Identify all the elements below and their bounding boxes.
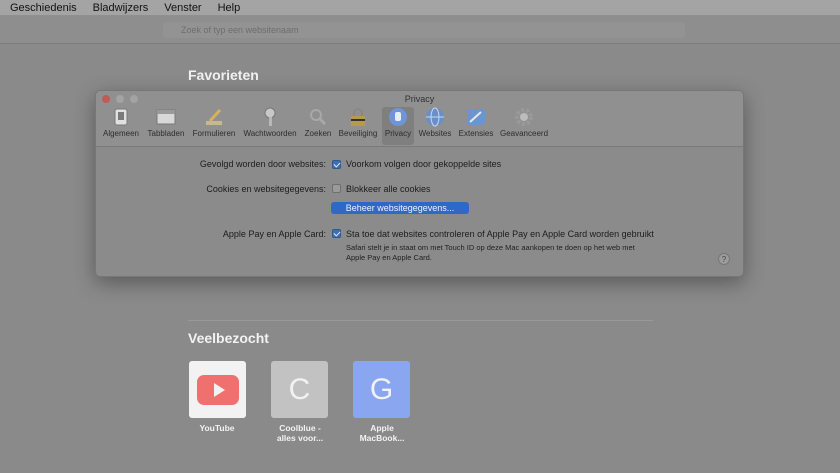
- tile-letter: G: [369, 372, 394, 406]
- address-search-input[interactable]: Zoek of typ een websitenaam: [163, 22, 685, 38]
- tab-label: Zoeken: [304, 129, 332, 138]
- tile-label-line1: Coolblue -: [279, 423, 321, 433]
- tile-label-youtube: YouTube: [177, 423, 257, 433]
- tab-label: Wachtwoorden: [243, 129, 297, 138]
- menu-venster[interactable]: Venster: [164, 2, 201, 14]
- menu-bar: Geschiedenis Bladwijzers Venster Help: [0, 0, 840, 16]
- applepay-checkbox[interactable]: [332, 229, 341, 238]
- tile-label-coolblue: Coolblue - alles voor...: [260, 423, 340, 443]
- frequently-visited-title: Veelbezocht: [188, 330, 269, 346]
- magnifier-icon: [308, 107, 328, 127]
- switch-icon: [111, 107, 131, 127]
- tab-zoeken[interactable]: Zoeken: [302, 107, 334, 145]
- tab-geavanceerd[interactable]: Geavanceerd: [498, 107, 550, 145]
- gear-icon: [514, 107, 534, 127]
- tab-label: Tabbladen: [147, 129, 185, 138]
- prevent-tracking-checkbox[interactable]: [332, 160, 341, 169]
- menu-bladwijzers[interactable]: Bladwijzers: [93, 2, 149, 14]
- hand-icon: [388, 107, 408, 127]
- tab-beveiliging[interactable]: Beveiliging: [336, 107, 380, 145]
- menu-help[interactable]: Help: [218, 2, 241, 14]
- pencil-icon: [204, 107, 224, 127]
- tab-label: Beveiliging: [338, 129, 378, 138]
- menu-geschiedenis[interactable]: Geschiedenis: [10, 2, 77, 14]
- youtube-logo-icon: [196, 374, 239, 405]
- preferences-title: Privacy: [404, 94, 435, 104]
- tab-tabbladen[interactable]: Tabbladen: [144, 107, 188, 145]
- cookies-label: Cookies en websitegegevens:: [206, 184, 326, 194]
- applepay-note-line1: Safari stelt je in staat om met Touch ID…: [346, 243, 635, 252]
- tab-label: Algemeen: [102, 129, 140, 138]
- tracking-label: Gevolgd worden door websites:: [199, 159, 326, 169]
- prevent-tracking-text: Voorkom volgen door gekoppelde sites: [346, 159, 502, 169]
- key-icon: [260, 107, 280, 127]
- applepay-label: Apple Pay en Apple Card:: [222, 229, 326, 239]
- manage-website-data-button[interactable]: Beheer websitegegevens...: [331, 202, 469, 214]
- tile-youtube[interactable]: [189, 361, 246, 418]
- tile-label-line2: alles voor...: [276, 433, 324, 443]
- tile-label-apple: Apple MacBook...: [342, 423, 422, 443]
- tab-label: Extensies: [458, 129, 494, 138]
- section-divider: [188, 320, 653, 321]
- tab-wachtwoorden[interactable]: Wachtwoorden: [240, 107, 300, 145]
- tabs-icon: [156, 107, 176, 127]
- tab-label: Geavanceerd: [499, 129, 549, 138]
- block-cookies-text: Blokkeer alle cookies: [346, 184, 431, 194]
- tab-label: Websites: [418, 129, 452, 138]
- tile-apple-macbook[interactable]: G: [353, 361, 410, 418]
- globe-icon: [425, 107, 445, 127]
- applepay-text: Sta toe dat websites controleren of Appl…: [346, 229, 654, 239]
- applepay-note-line2: Apple Pay en Apple Card.: [346, 253, 432, 262]
- tile-label-line1: Apple: [370, 423, 394, 433]
- puzzle-icon: [466, 107, 486, 127]
- tab-label: Privacy: [384, 129, 412, 138]
- tile-label-line2: MacBook...: [359, 433, 405, 443]
- help-button[interactable]: ?: [718, 253, 730, 265]
- privacy-preferences-window: Privacy Algemeen Tabbladen Formulieren W…: [95, 90, 744, 277]
- tile-coolblue[interactable]: C: [271, 361, 328, 418]
- tab-label: Formulieren: [192, 129, 236, 138]
- tab-algemeen[interactable]: Algemeen: [100, 107, 142, 145]
- tab-websites[interactable]: Websites: [416, 107, 454, 145]
- tab-formulieren[interactable]: Formulieren: [190, 107, 238, 145]
- tab-privacy[interactable]: Privacy: [382, 107, 414, 145]
- tile-label-line1: YouTube: [199, 423, 235, 433]
- tab-extensies[interactable]: Extensies: [456, 107, 496, 145]
- block-cookies-checkbox[interactable]: [332, 184, 341, 193]
- favorites-title: Favorieten: [188, 67, 259, 83]
- lock-icon: [348, 107, 368, 127]
- tile-letter: C: [288, 372, 311, 406]
